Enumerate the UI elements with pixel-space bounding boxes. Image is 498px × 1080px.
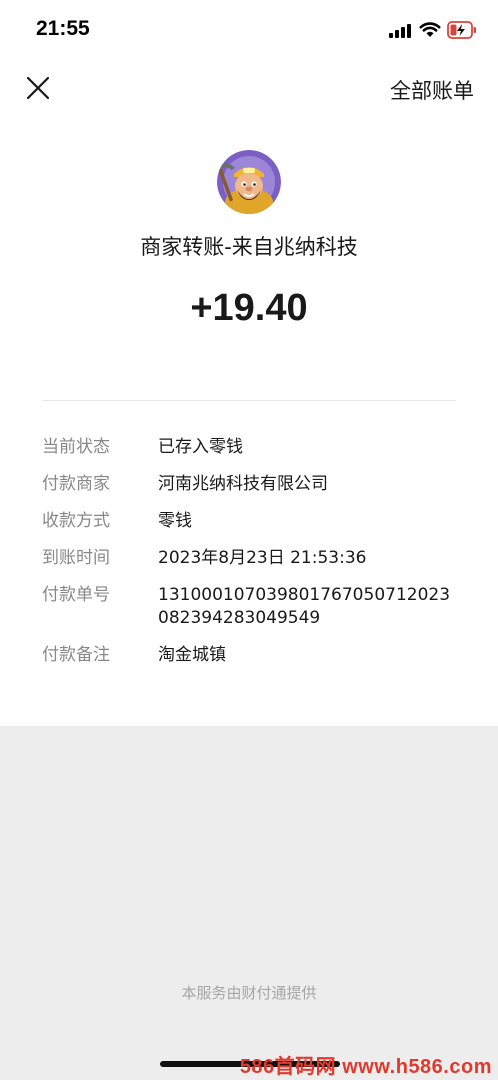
detail-row-method: 收款方式 零钱 [42, 510, 462, 533]
detail-value: 已存入零钱 [158, 437, 243, 457]
close-icon[interactable] [24, 74, 52, 102]
detail-row-order-number: 付款单号 13100010703980176705071202308239428… [42, 584, 462, 630]
divider [42, 400, 456, 401]
detail-label: 付款备注 [42, 645, 110, 665]
service-provider-note: 本服务由财付通提供 [181, 984, 317, 1002]
detail-row-remark: 付款备注 淘金城镇 [42, 644, 462, 667]
battery-icon [447, 21, 476, 39]
detail-value: 2023年8月23日 21:53:36 [158, 548, 367, 568]
detail-value[interactable]: 河南兆纳科技有限公司 [158, 473, 458, 496]
status-bar: 21:55 [0, 0, 498, 60]
merchant-title: 商家转账-来自兆纳科技 [140, 235, 358, 259]
detail-label: 付款商家 [42, 474, 110, 494]
detail-row-merchant: 付款商家 河南兆纳科技有限公司 [42, 473, 462, 496]
signal-icon [389, 24, 411, 38]
watermark: 586首码网 www.h586.com [239, 1056, 492, 1078]
detail-row-time: 到账时间 2023年8月23日 21:53:36 [42, 547, 462, 570]
bill-card: 21:55 全部账单 商家转账-来自兆纳科技 +19.40 当前状态 已存入零钱… [0, 0, 498, 726]
transfer-amount: +19.40 [190, 287, 308, 329]
merchant-avatar [217, 150, 281, 214]
detail-label: 收款方式 [42, 511, 110, 531]
detail-label: 当前状态 [42, 437, 110, 457]
detail-label: 付款单号 [42, 585, 110, 605]
detail-value: 零钱 [158, 511, 192, 531]
wifi-icon [419, 22, 441, 37]
detail-label: 到账时间 [42, 548, 110, 568]
all-bills-link[interactable]: 全部账单 [390, 75, 474, 105]
bill-detail-screen: 21:55 全部账单 商家转账-来自兆纳科技 +19.40 当前状态 已存入零钱… [0, 0, 498, 1080]
detail-list: 当前状态 已存入零钱 付款商家 河南兆纳科技有限公司 收款方式 零钱 到账时间 … [42, 436, 462, 681]
detail-value[interactable]: 1310001070398017670507120230823942830495… [158, 584, 458, 630]
status-time: 21:55 [36, 17, 90, 40]
detail-row-status: 当前状态 已存入零钱 [42, 436, 462, 459]
detail-value: 淘金城镇 [158, 645, 226, 665]
